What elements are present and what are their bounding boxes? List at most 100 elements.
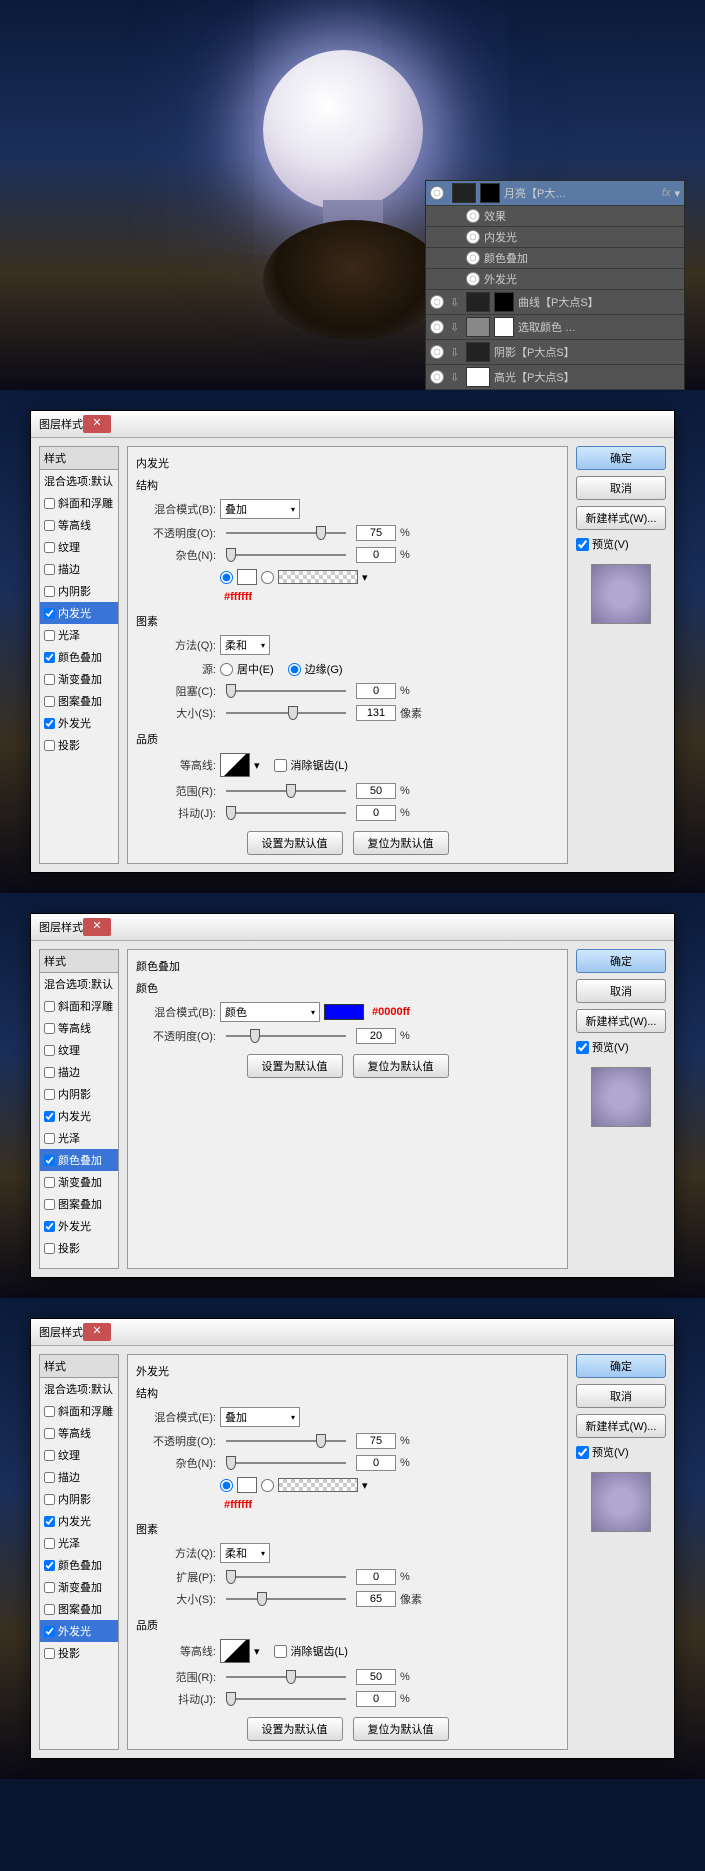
style-inner-shadow[interactable]: 内阴影 <box>40 580 118 602</box>
visibility-icon[interactable] <box>430 345 444 359</box>
layer-highlight[interactable]: ⇩高光【P大点S】 <box>426 365 684 390</box>
color-overlay-check[interactable] <box>44 652 55 663</box>
layer-curves1[interactable]: ⇩曲线【P大点S】 <box>426 290 684 315</box>
layer-select-color[interactable]: ⇩选取颜色 … <box>426 315 684 340</box>
technique-dropdown[interactable]: 柔和 <box>220 1543 270 1563</box>
layer-shadow[interactable]: ⇩阴影【P大点S】 <box>426 340 684 365</box>
technique-dropdown[interactable]: 柔和 <box>220 635 270 655</box>
adj-icon[interactable] <box>466 317 490 337</box>
blend-mode-dropdown[interactable]: 叠加 <box>220 1407 300 1427</box>
style-contour[interactable]: 等高线 <box>40 1017 118 1039</box>
style-color-overlay[interactable]: 颜色叠加 <box>40 1149 118 1171</box>
opacity-slider[interactable] <box>226 532 346 534</box>
style-inner-glow[interactable]: 内发光 <box>40 602 118 624</box>
range-input[interactable]: 50 <box>356 783 396 799</box>
style-outer-glow[interactable]: 外发光 <box>40 1620 118 1642</box>
inner-glow-check[interactable] <box>44 608 55 619</box>
spread-input[interactable]: 0 <box>356 1569 396 1585</box>
size-input[interactable]: 65 <box>356 1591 396 1607</box>
style-drop-shadow[interactable]: 投影 <box>40 1642 118 1664</box>
close-button[interactable]: ✕ <box>83 415 111 433</box>
ok-button[interactable]: 确定 <box>576 446 666 470</box>
layer-thumb[interactable] <box>466 367 490 387</box>
layer-thumb[interactable] <box>452 183 476 203</box>
bevel-check[interactable] <box>44 498 55 509</box>
fx-outer-glow[interactable]: 外发光 <box>426 269 684 290</box>
stroke-check[interactable] <box>44 564 55 575</box>
style-texture[interactable]: 纹理 <box>40 1039 118 1061</box>
style-inner-shadow[interactable]: 内阴影 <box>40 1488 118 1510</box>
preview-check[interactable] <box>576 1446 589 1459</box>
chevron-down-icon[interactable]: ▾ <box>254 759 260 772</box>
mask-thumb[interactable] <box>494 292 514 312</box>
contour-picker[interactable] <box>220 753 250 777</box>
style-gradient-overlay[interactable]: 渐变叠加 <box>40 668 118 690</box>
noise-slider[interactable] <box>226 1462 346 1464</box>
chevron-down-icon[interactable]: ▾ <box>254 1645 260 1658</box>
blend-options[interactable]: 混合选项:默认 <box>40 470 118 492</box>
texture-check[interactable] <box>44 542 55 553</box>
chevron-down-icon[interactable]: ▾ <box>362 1479 368 1492</box>
color-swatch[interactable] <box>237 1477 257 1493</box>
mask-thumb[interactable] <box>480 183 500 203</box>
satin-check[interactable] <box>44 630 55 641</box>
jitter-slider[interactable] <box>226 812 346 814</box>
color-swatch[interactable] <box>324 1004 364 1020</box>
gradient-overlay-check[interactable] <box>44 674 55 685</box>
contour-check[interactable] <box>44 520 55 531</box>
range-slider[interactable] <box>226 1676 346 1678</box>
close-button[interactable]: ✕ <box>83 918 111 936</box>
blend-mode-dropdown[interactable]: 叠加 <box>220 499 300 519</box>
style-satin[interactable]: 光泽 <box>40 624 118 646</box>
gradient-radio[interactable] <box>261 1479 274 1492</box>
visibility-icon[interactable] <box>466 251 480 265</box>
style-bevel[interactable]: 斜面和浮雕 <box>40 1400 118 1422</box>
titlebar[interactable]: 图层样式 ✕ <box>31 1319 674 1346</box>
style-stroke[interactable]: 描边 <box>40 558 118 580</box>
cancel-button[interactable]: 取消 <box>576 979 666 1003</box>
reset-default-button[interactable]: 复位为默认值 <box>353 1054 449 1078</box>
gradient-picker[interactable] <box>278 1478 358 1492</box>
style-pattern-overlay[interactable]: 图案叠加 <box>40 1598 118 1620</box>
close-button[interactable]: ✕ <box>83 1323 111 1341</box>
style-stroke[interactable]: 描边 <box>40 1061 118 1083</box>
blend-mode-dropdown[interactable]: 颜色 <box>220 1002 320 1022</box>
style-bevel[interactable]: 斜面和浮雕 <box>40 492 118 514</box>
blend-options[interactable]: 混合选项:默认 <box>40 1378 118 1400</box>
preview-check[interactable] <box>576 538 589 551</box>
color-radio[interactable] <box>220 571 233 584</box>
style-gradient-overlay[interactable]: 渐变叠加 <box>40 1576 118 1598</box>
set-default-button[interactable]: 设置为默认值 <box>247 1054 343 1078</box>
preview-check[interactable] <box>576 1041 589 1054</box>
visibility-icon[interactable] <box>430 370 444 384</box>
source-edge-radio[interactable] <box>288 663 301 676</box>
size-slider[interactable] <box>226 712 346 714</box>
style-inner-glow[interactable]: 内发光 <box>40 1105 118 1127</box>
style-color-overlay[interactable]: 颜色叠加 <box>40 646 118 668</box>
style-outer-glow[interactable]: 外发光 <box>40 712 118 734</box>
range-input[interactable]: 50 <box>356 1669 396 1685</box>
drop-shadow-check[interactable] <box>44 740 55 751</box>
style-bevel[interactable]: 斜面和浮雕 <box>40 995 118 1017</box>
inner-shadow-check[interactable] <box>44 586 55 597</box>
style-drop-shadow[interactable]: 投影 <box>40 734 118 756</box>
jitter-input[interactable]: 0 <box>356 1691 396 1707</box>
size-input[interactable]: 131 <box>356 705 396 721</box>
choke-input[interactable]: 0 <box>356 683 396 699</box>
antialias-check[interactable] <box>274 1645 287 1658</box>
style-inner-shadow[interactable]: 内阴影 <box>40 1083 118 1105</box>
reset-default-button[interactable]: 复位为默认值 <box>353 1717 449 1741</box>
visibility-icon[interactable] <box>430 295 444 309</box>
pattern-overlay-check[interactable] <box>44 696 55 707</box>
layer-thumb[interactable] <box>466 342 490 362</box>
fx-inner-glow[interactable]: 内发光 <box>426 227 684 248</box>
style-contour[interactable]: 等高线 <box>40 1422 118 1444</box>
noise-slider[interactable] <box>226 554 346 556</box>
adj-icon[interactable] <box>466 292 490 312</box>
fx-effects[interactable]: 效果 <box>426 206 684 227</box>
set-default-button[interactable]: 设置为默认值 <box>247 1717 343 1741</box>
style-drop-shadow[interactable]: 投影 <box>40 1237 118 1259</box>
style-satin[interactable]: 光泽 <box>40 1127 118 1149</box>
spread-slider[interactable] <box>226 1576 346 1578</box>
color-radio[interactable] <box>220 1479 233 1492</box>
